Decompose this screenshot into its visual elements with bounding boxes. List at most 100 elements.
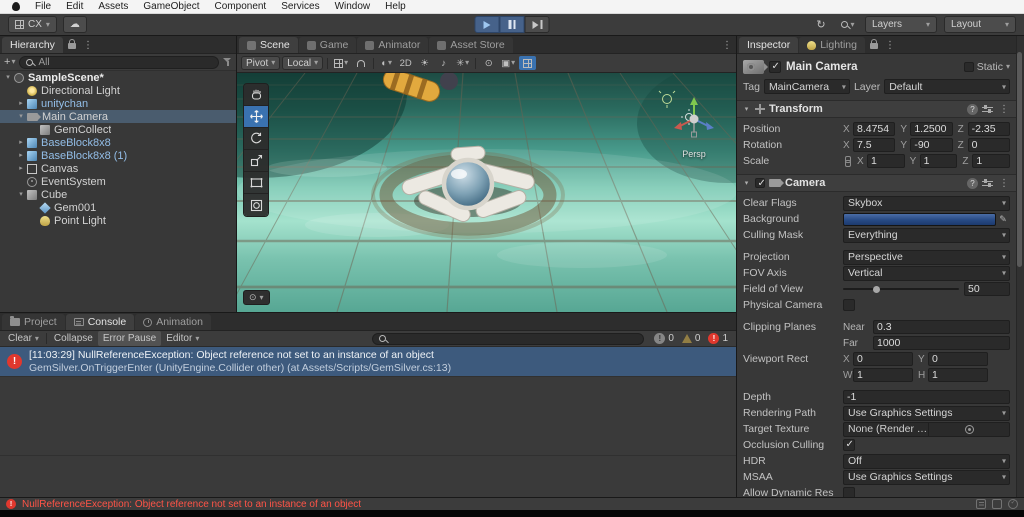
foldout-arrow[interactable] <box>742 179 751 187</box>
physical-camera-checkbox[interactable] <box>843 299 855 311</box>
layout-dropdown[interactable]: Layout <box>944 16 1016 33</box>
gizmo-projection-label[interactable]: Persp <box>664 149 724 159</box>
position-z-field[interactable]: -2.35 <box>967 122 1010 136</box>
viewport-h-field[interactable]: 1 <box>928 368 988 382</box>
static-checkbox[interactable] <box>963 62 974 72</box>
fov-slider[interactable] <box>843 282 959 296</box>
transform-header[interactable]: Transform <box>737 100 1016 118</box>
hierarchy-item-samplescene[interactable]: SampleScene* <box>0 71 236 84</box>
effects-dropdown[interactable] <box>454 56 471 70</box>
tab-animation[interactable]: Animation <box>135 314 211 330</box>
object-picker-icon[interactable] <box>928 422 1009 436</box>
component-menu-icon[interactable] <box>997 104 1011 115</box>
viewport-y-field[interactable]: 0 <box>928 352 988 366</box>
gizmos-button[interactable] <box>519 56 537 70</box>
play-button[interactable] <box>474 16 500 33</box>
tag-dropdown[interactable]: MainCamera <box>763 79 850 94</box>
hierarchy-item-cube[interactable]: Cube <box>0 188 236 201</box>
mode-2d-button[interactable]: 2D <box>397 56 414 70</box>
expand-arrow[interactable] <box>16 165 26 172</box>
tab-asset-store[interactable]: Asset Store <box>429 37 513 53</box>
expand-arrow[interactable] <box>16 152 26 159</box>
help-icon[interactable] <box>967 177 978 189</box>
layers-dropdown[interactable]: Layers <box>865 16 937 33</box>
fov-field[interactable]: 50 <box>964 282 1010 296</box>
scrollbar-thumb[interactable] <box>1017 52 1022 267</box>
menu-edit[interactable]: Edit <box>66 1 83 12</box>
error-pause-button[interactable]: Error Pause <box>97 331 162 346</box>
account-button[interactable]: CX <box>8 16 57 33</box>
clear-flags-dropdown[interactable]: Skybox <box>843 195 1010 211</box>
console-list[interactable]: [11:03:29] NullReferenceException: Objec… <box>0 347 736 497</box>
hierarchy-menu-icon[interactable] <box>81 40 95 51</box>
position-y-field[interactable]: 1.2500 <box>910 122 953 136</box>
scale-x-field[interactable]: 1 <box>867 154 905 168</box>
menu-file[interactable]: File <box>35 1 51 12</box>
editor-dropdown[interactable]: Editor <box>161 331 204 346</box>
rotate-tool-button[interactable] <box>244 128 268 150</box>
scene-orientation-gizmo[interactable] <box>666 95 722 147</box>
collapse-button[interactable]: Collapse <box>49 331 98 346</box>
scene-lighting-button[interactable] <box>416 56 433 70</box>
hierarchy-item-gem001[interactable]: Gem001 <box>0 201 236 214</box>
scene-viewport[interactable]: Persp <box>237 73 736 312</box>
tab-project[interactable]: Project <box>2 314 65 330</box>
progress-check-icon[interactable] <box>1008 498 1018 509</box>
rect-tool-button[interactable] <box>244 172 268 194</box>
warning-count-badge[interactable]: 0 <box>681 333 700 344</box>
viewport-w-field[interactable]: 1 <box>853 368 913 382</box>
foldout-arrow[interactable] <box>742 105 751 113</box>
hdr-dropdown[interactable]: Off <box>843 453 1010 469</box>
expand-arrow[interactable] <box>16 113 26 120</box>
tab-animator[interactable]: Animator <box>357 37 429 53</box>
hierarchy-item-eventsystem[interactable]: EventSystem <box>0 175 236 188</box>
expand-arrow[interactable] <box>3 74 13 81</box>
occlusion-culling-checkbox[interactable] <box>843 439 855 451</box>
scale-y-field[interactable]: 1 <box>919 154 958 168</box>
expand-arrow[interactable] <box>16 100 26 107</box>
error-count-badge[interactable]: 1 <box>708 333 728 344</box>
layer-dropdown[interactable]: Default <box>884 79 1010 94</box>
search-button[interactable] <box>838 16 858 33</box>
uniform-scale-link-icon[interactable] <box>843 155 851 167</box>
hand-tool-button[interactable] <box>244 84 268 106</box>
expand-arrow[interactable] <box>16 139 26 146</box>
depth-field[interactable]: -1 <box>843 390 1010 404</box>
grid-snap-button[interactable] <box>332 56 350 70</box>
status-bar[interactable]: NullReferenceException: Object reference… <box>0 497 1024 510</box>
hierarchy-item-gemcollect[interactable]: GemCollect <box>0 123 236 136</box>
expand-arrow[interactable] <box>16 191 26 198</box>
menu-gameobject[interactable]: GameObject <box>143 1 199 12</box>
projection-dropdown[interactable]: Perspective <box>843 249 1010 265</box>
slider-thumb[interactable] <box>873 285 881 293</box>
rotation-y-field[interactable]: -90 <box>910 138 953 152</box>
camera-enabled-checkbox[interactable] <box>755 178 766 189</box>
snap-button[interactable] <box>352 56 369 70</box>
console-search-input[interactable] <box>372 332 645 345</box>
tab-hierarchy[interactable]: Hierarchy <box>2 37 63 53</box>
scene-audio-button[interactable] <box>435 56 452 70</box>
apple-menu-icon[interactable] <box>12 2 20 11</box>
step-button[interactable] <box>524 16 550 33</box>
camera-select-button[interactable] <box>499 56 517 70</box>
move-tool-button[interactable] <box>244 106 268 128</box>
visibility-button[interactable] <box>480 56 497 70</box>
near-clip-field[interactable]: 0.3 <box>873 320 1010 334</box>
lock-icon[interactable] <box>869 38 878 49</box>
tab-scene[interactable]: Scene <box>239 37 298 53</box>
pause-button[interactable] <box>499 16 525 33</box>
preset-icon[interactable] <box>982 104 993 114</box>
local-dropdown[interactable]: Local <box>282 56 324 70</box>
fov-axis-dropdown[interactable]: Vertical <box>843 265 1010 281</box>
menu-help[interactable]: Help <box>385 1 406 12</box>
hierarchy-item-baseblock8x8-1[interactable]: BaseBlock8x8 (1) <box>0 149 236 162</box>
hierarchy-item-baseblock8x8[interactable]: BaseBlock8x8 <box>0 136 236 149</box>
allow-dynamic-resolution-checkbox[interactable] <box>843 487 855 497</box>
rotation-x-field[interactable]: 7.5 <box>853 138 896 152</box>
transform-tool-button[interactable] <box>244 194 268 216</box>
hierarchy-item-directional-light[interactable]: Directional Light <box>0 84 236 97</box>
hierarchy-search-input[interactable]: All <box>19 55 219 69</box>
camera-header[interactable]: Camera <box>737 174 1016 192</box>
tab-game[interactable]: Game <box>298 37 357 53</box>
hierarchy-item-main-camera[interactable]: Main Camera <box>0 110 236 123</box>
